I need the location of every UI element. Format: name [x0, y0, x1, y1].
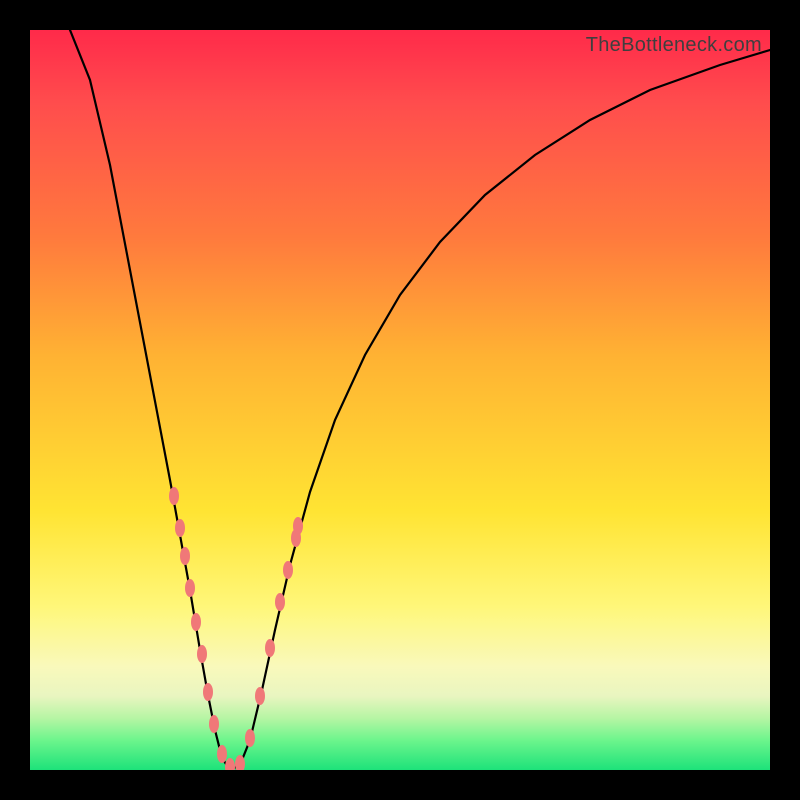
- curve-layer: [30, 30, 770, 770]
- marker-point: [191, 613, 201, 631]
- plot-frame: TheBottleneck.com: [30, 30, 770, 770]
- marker-point: [197, 645, 207, 663]
- marker-point: [245, 729, 255, 747]
- marker-point: [217, 745, 227, 763]
- marker-point: [185, 579, 195, 597]
- marker-point: [283, 561, 293, 579]
- marker-cluster: [169, 487, 303, 770]
- marker-point: [225, 758, 235, 770]
- marker-point: [203, 683, 213, 701]
- marker-point: [180, 547, 190, 565]
- marker-point: [275, 593, 285, 611]
- bottleneck-curve: [70, 30, 770, 770]
- attribution-label: TheBottleneck.com: [586, 34, 762, 57]
- marker-point: [169, 487, 179, 505]
- marker-point: [175, 519, 185, 537]
- marker-point: [255, 687, 265, 705]
- marker-point: [209, 715, 219, 733]
- marker-point: [265, 639, 275, 657]
- marker-point: [293, 517, 303, 535]
